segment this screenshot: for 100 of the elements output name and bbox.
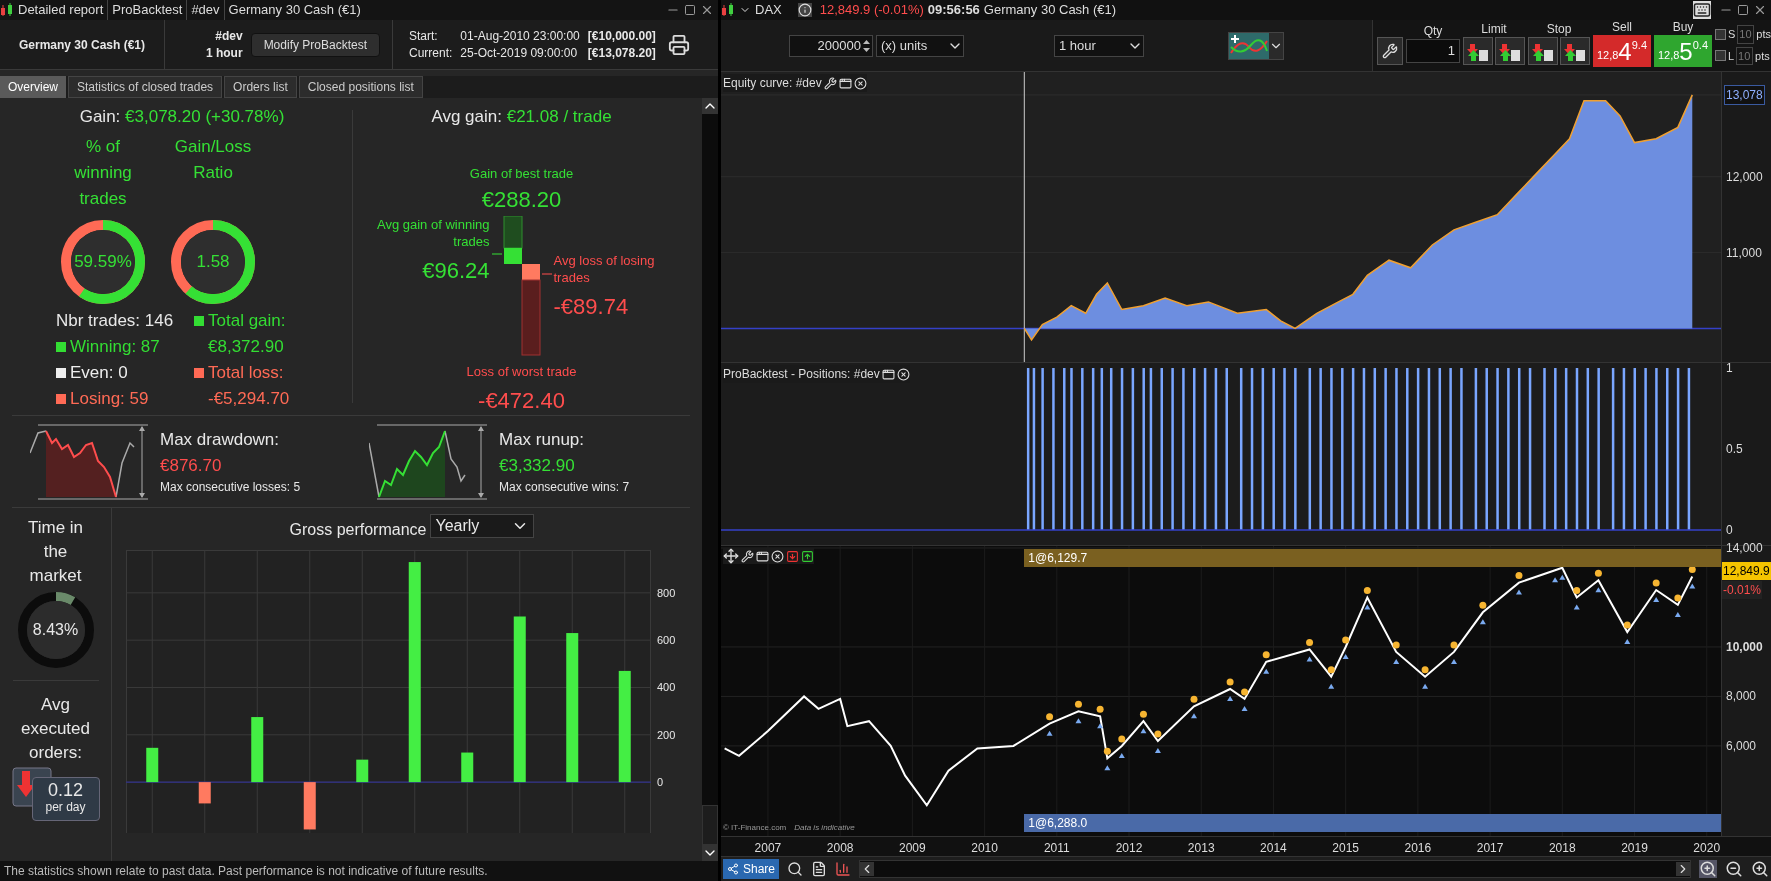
spinner-icon	[863, 38, 870, 53]
system-name: #dev	[215, 27, 243, 45]
close-button[interactable]	[1753, 3, 1767, 17]
trade-count: Nbr trades: 146	[56, 309, 175, 332]
trade-stat: Winning: 87	[70, 335, 160, 358]
settings-button[interactable]	[1376, 37, 1403, 65]
wrench-icon[interactable]	[823, 76, 837, 90]
stop-order-button[interactable]	[1527, 37, 1558, 65]
points-unit: pts	[1756, 27, 1771, 42]
quantity-field[interactable]: 200000	[789, 34, 873, 57]
window-icon[interactable]	[881, 367, 895, 381]
maximize-button[interactable]	[684, 4, 696, 16]
checkbox[interactable]	[1714, 28, 1726, 40]
window-title: Detailed report	[17, 1, 105, 20]
change-tag: -0.01%	[1722, 581, 1763, 599]
bar-chart-icon[interactable]	[835, 861, 852, 877]
axis-label: 2012	[1115, 840, 1143, 857]
scroll-thumb[interactable]	[702, 805, 718, 845]
time-in-market-title: Time in the market	[26, 517, 85, 587]
trade-stat: Even: 0	[70, 361, 128, 384]
pane-title: ProBacktest - Positions: #dev	[723, 366, 880, 383]
candlestick-icon	[0, 3, 14, 17]
total-value: €8,372.90	[207, 335, 285, 358]
info-icon[interactable]	[797, 3, 812, 17]
share-button[interactable]: Share	[723, 859, 780, 879]
units-dropdown[interactable]: (x) units	[876, 34, 964, 57]
tab[interactable]: Statistics of closed trades	[68, 76, 223, 98]
points-field[interactable]: 10	[1736, 46, 1754, 65]
zoom-out-icon[interactable]	[1725, 860, 1743, 878]
avg-orders-title: Avg executed orders:	[20, 694, 91, 764]
axis-label: 2019	[1621, 840, 1648, 857]
move-icon[interactable]	[723, 548, 739, 564]
wrench-icon[interactable]	[741, 549, 754, 563]
extreme-note: Max consecutive losses: 5	[160, 479, 301, 496]
instrument-name: Germany 30 Cash (€1)	[18, 36, 146, 54]
close-icon[interactable]	[853, 76, 867, 90]
points-field[interactable]: 10	[1737, 25, 1755, 44]
keyboard-icon[interactable]	[1693, 1, 1711, 19]
close-icon[interactable]	[771, 549, 784, 563]
axis-label: 2013	[1187, 840, 1215, 857]
modify-button[interactable]: Modify ProBacktest	[250, 32, 380, 57]
scroll-right-icon[interactable]	[1676, 862, 1690, 876]
total-label: Total gain:	[208, 309, 286, 332]
scroll-down-icon[interactable]	[702, 845, 718, 861]
limit-order-button[interactable]	[1494, 37, 1525, 65]
close-icon[interactable]	[896, 367, 910, 381]
avg-gain-value: €21.08 / trade	[506, 107, 612, 126]
clock-time: 09:56:56	[927, 1, 980, 20]
donut-title: % of winning trades	[73, 135, 133, 210]
document-icon[interactable]	[811, 861, 828, 877]
indicator-button[interactable]	[1228, 31, 1284, 60]
instrument-name: Germany 30 Cash (€1)	[983, 1, 1117, 20]
qty-field[interactable]: 1	[1405, 39, 1460, 63]
total-label: Total loss:	[208, 361, 284, 384]
timeframe-label: 1 hour	[205, 44, 243, 62]
zoom-icon[interactable]	[1699, 860, 1717, 878]
checkbox[interactable]	[1714, 50, 1726, 62]
extreme-value: €3,332.90	[499, 454, 576, 477]
axis-label: 2018	[1548, 840, 1576, 857]
axis-label: 10,000	[1726, 638, 1763, 656]
avg-loss-label: Avg loss of losing trades	[553, 252, 656, 286]
stop-order-button[interactable]	[1559, 37, 1590, 65]
donut-value: 59.59%	[74, 250, 132, 273]
donut-title: Gain/Loss Ratio	[173, 135, 253, 184]
bar	[356, 759, 369, 783]
tab[interactable]: Closed positions list	[298, 76, 423, 98]
tab[interactable]: Orders list	[224, 76, 297, 98]
maximize-button[interactable]	[1737, 4, 1749, 16]
extreme-title: Max runup:	[499, 429, 586, 451]
axis-label: 200	[657, 727, 676, 743]
stop-label: Stop	[1546, 21, 1572, 37]
window-icon[interactable]	[838, 76, 852, 90]
axis-label: 0	[1726, 521, 1733, 539]
protection-letter: L	[1727, 48, 1735, 64]
printer-icon[interactable]	[667, 33, 690, 56]
best-trade-label: Gain of best trade	[469, 164, 574, 183]
gain-label: Gain:	[79, 107, 121, 126]
bar	[461, 752, 474, 783]
period-dropdown[interactable]: Yearly	[430, 514, 535, 538]
wrench-icon	[1381, 43, 1398, 59]
period-label: Start:	[409, 27, 439, 45]
axis-label: 0.5	[1726, 441, 1743, 458]
zoom-in-icon[interactable]	[1751, 860, 1769, 878]
avg-loss-value: -€89.74	[553, 293, 630, 321]
band-label: 1@6,129.7	[1028, 550, 1088, 567]
price-label: Sell	[1611, 19, 1632, 35]
search-icon[interactable]	[787, 861, 804, 877]
window-icon[interactable]	[756, 549, 769, 563]
indicator-chart-icon	[1229, 32, 1269, 59]
extreme-value: €876.70	[160, 454, 223, 477]
close-button[interactable]	[700, 3, 714, 17]
timeframe-dropdown[interactable]: 1 hour	[1054, 34, 1144, 57]
scroll-left-icon[interactable]	[860, 862, 875, 876]
band-label: 1@6,288.0	[1028, 815, 1088, 832]
axis-label: 14,000	[1726, 539, 1763, 557]
scroll-up-icon[interactable]	[702, 98, 718, 114]
axis-label: 8,000	[1726, 688, 1757, 706]
limit-order-button[interactable]	[1462, 37, 1493, 65]
orders-value: 0.12	[47, 782, 83, 799]
tab[interactable]: Overview	[0, 76, 66, 98]
